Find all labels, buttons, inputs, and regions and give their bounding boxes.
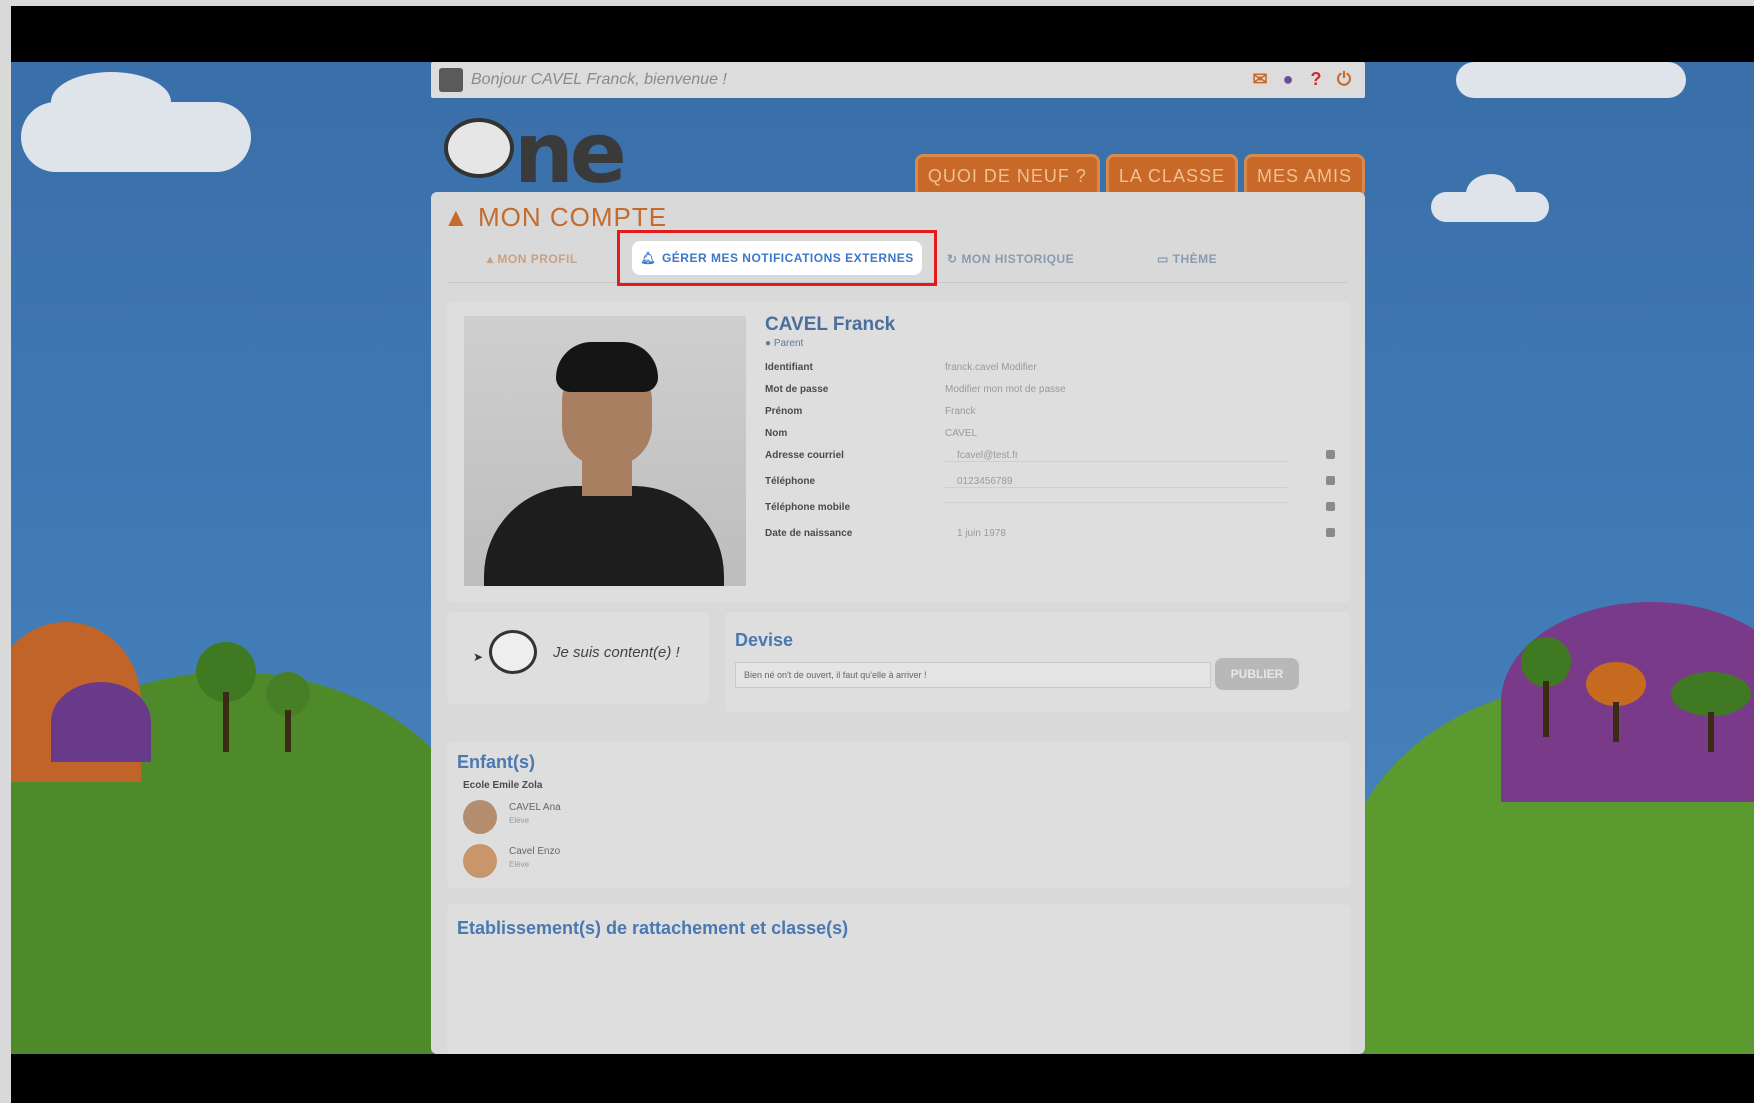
greeting-text: Bonjour CAVEL Franck, bienvenue !	[471, 71, 727, 88]
tab-theme[interactable]: ▭ THÈME	[1157, 252, 1217, 266]
field-nom: Nom CAVEL	[765, 428, 978, 439]
etablissement-section: Etablissement(s) de rattachement et clas…	[447, 904, 1351, 1054]
top-icons: ✉ ● ? ⏻	[1249, 68, 1355, 90]
children-title: Enfant(s)	[457, 752, 535, 772]
avatar	[463, 800, 497, 834]
cloud	[51, 72, 171, 132]
list-item[interactable]: Cavel Enzo Elève	[463, 844, 763, 880]
power-icon[interactable]: ⏻	[1333, 68, 1355, 90]
devise-input[interactable]: Bien né on't de ouvert, il faut qu'elle …	[735, 662, 1211, 688]
tree	[196, 642, 256, 752]
field-email[interactable]: Adresse courriel fcavel@test.fr	[765, 450, 1335, 476]
user-icon: ▲	[443, 202, 470, 232]
user-circle-icon[interactable]: ●	[1277, 68, 1299, 90]
highlight-box: 🔔︎ GÉRER MES NOTIFICATIONS EXTERNES	[617, 230, 937, 286]
profile-card: CAVEL Franck ● Parent Identifiant franck.…	[447, 302, 1351, 602]
top-bar: Bonjour CAVEL Franck, bienvenue ! ✉ ● ? …	[431, 62, 1365, 98]
devise-box: Devise Bien né on't de ouvert, il faut q…	[725, 612, 1351, 712]
account-tabs: ▴ MON PROFIL 🔔︎ GÉRER MES NOTIFICATIONS …	[447, 230, 1347, 286]
monitor-icon: ▭	[1157, 252, 1173, 266]
field-mobile[interactable]: Téléphone mobile	[765, 502, 1335, 528]
school-name: Ecole Emile Zola	[463, 780, 543, 791]
field-prenom: Prénom Franck	[765, 406, 976, 417]
user-avatar-icon[interactable]	[439, 68, 463, 92]
cloud	[1466, 174, 1516, 214]
tab-historique[interactable]: ↻ MON HISTORIQUE	[947, 252, 1074, 266]
tree	[1521, 637, 1571, 737]
arrow-icon: ➤	[473, 650, 484, 664]
history-icon: ↻	[947, 252, 962, 266]
tree	[1671, 672, 1751, 752]
etablissement-title: Etablissement(s) de rattachement et clas…	[457, 918, 849, 938]
cloud	[1456, 62, 1686, 98]
list-item[interactable]: CAVEL Ana Elève	[463, 800, 763, 836]
user-icon: ▴	[487, 252, 498, 266]
lock-icon[interactable]	[1326, 476, 1335, 485]
lock-icon[interactable]	[1326, 450, 1335, 459]
field-birthdate[interactable]: Date de naissance 1 juin 1978	[765, 528, 1335, 554]
profile-name: CAVEL Franck	[765, 314, 896, 335]
avatar	[463, 844, 497, 878]
tree	[1586, 662, 1646, 742]
account-panel: ▲ MON COMPTE ▴ MON PROFIL 🔔︎ GÉRER MES N…	[431, 192, 1365, 1054]
children-section: Enfant(s) Ecole Emile Zola CAVEL Ana Elè…	[447, 742, 1351, 888]
lock-icon[interactable]	[1326, 528, 1335, 537]
one-logo[interactable]: ne	[444, 104, 644, 202]
bell-icon: 🔔︎	[640, 251, 656, 265]
tab-mon-profil[interactable]: ▴ MON PROFIL	[487, 252, 578, 266]
field-telephone[interactable]: Téléphone 0123456789	[765, 476, 1335, 502]
page-title: ▲ MON COMPTE	[443, 202, 668, 232]
tab-notifications[interactable]: 🔔︎ GÉRER MES NOTIFICATIONS EXTERNES	[632, 241, 922, 275]
video-frame: Bonjour CAVEL Franck, bienvenue ! ✉ ● ? …	[11, 6, 1754, 1103]
profile-photo[interactable]	[464, 316, 746, 586]
lock-icon[interactable]	[1326, 502, 1335, 511]
devise-title: Devise	[735, 630, 794, 650]
help-icon[interactable]: ?	[1305, 68, 1327, 90]
tree	[266, 672, 310, 752]
publish-button[interactable]: PUBLIER	[1215, 658, 1299, 690]
mood-text: Je suis content(e) !	[553, 644, 680, 661]
mood-box[interactable]: ➤ Je suis content(e) !	[447, 612, 709, 704]
hill	[51, 682, 151, 762]
profile-fields: Identifiant franck.cavel Modifier Mot de …	[765, 362, 1335, 554]
field-password: Mot de passe Modifier mon mot de passe	[765, 384, 1066, 395]
mail-icon[interactable]: ✉	[1249, 68, 1271, 90]
profile-role: ● Parent	[765, 338, 804, 349]
ent-page: Bonjour CAVEL Franck, bienvenue ! ✉ ● ? …	[421, 62, 1365, 1054]
panda-mood-icon	[489, 630, 537, 674]
logo-text: ne	[514, 104, 627, 202]
field-identifiant: Identifiant franck.cavel Modifier	[765, 362, 1037, 373]
panda-logo-icon	[444, 118, 514, 178]
background-scene: Bonjour CAVEL Franck, bienvenue ! ✉ ● ? …	[11, 62, 1754, 1054]
